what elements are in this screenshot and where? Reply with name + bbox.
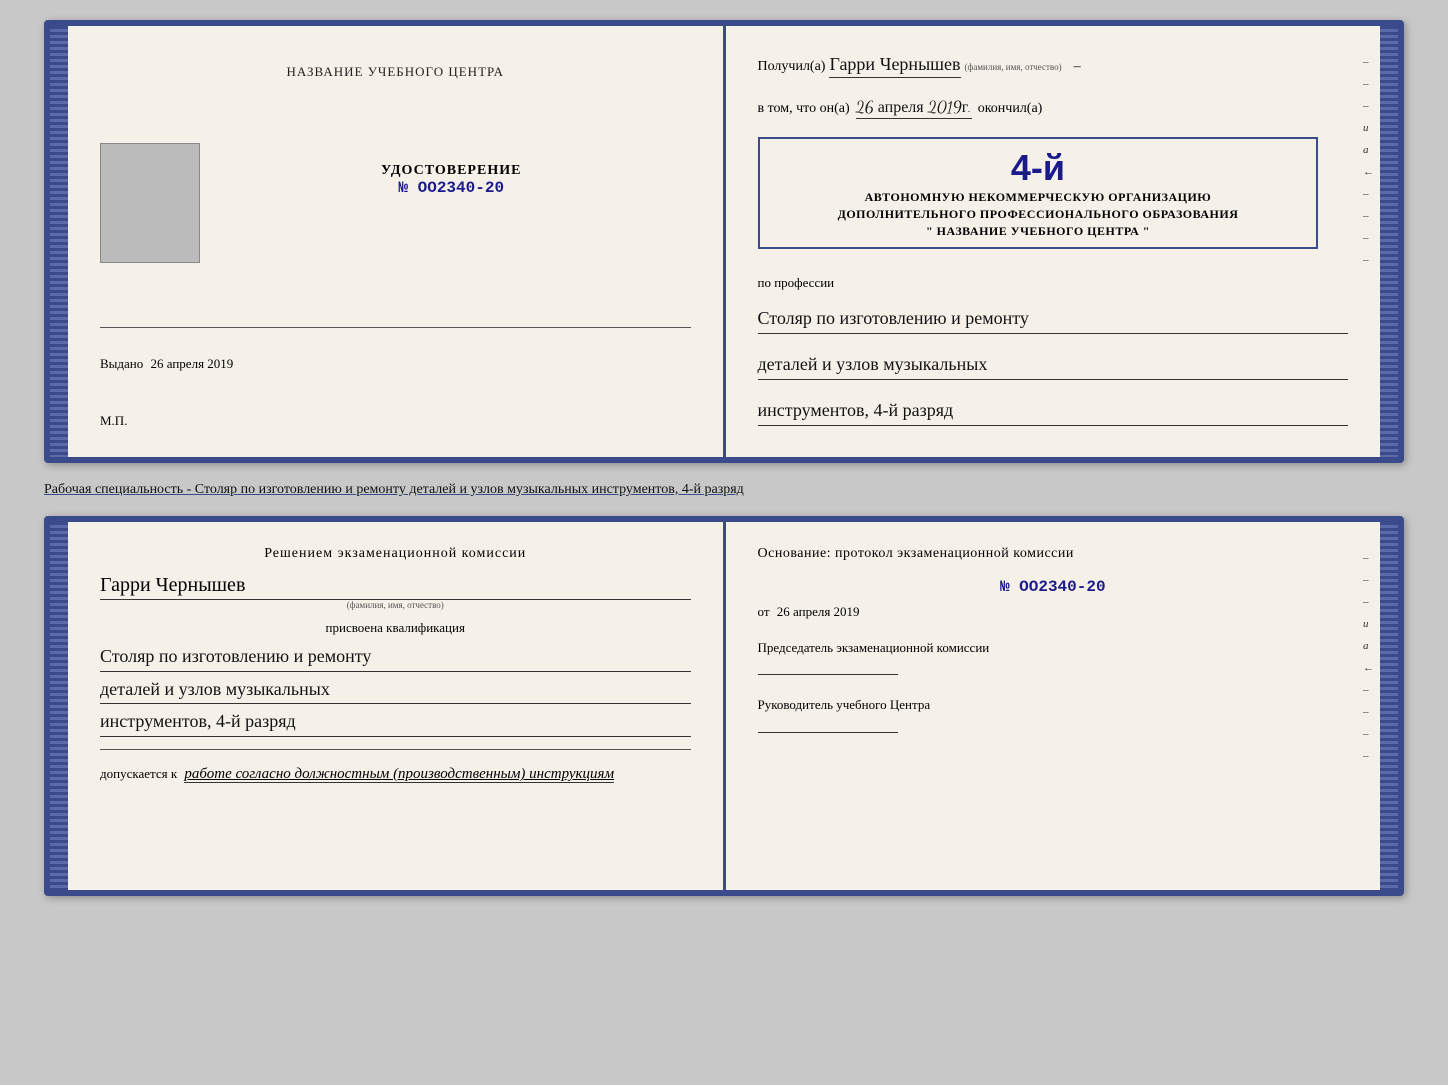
profession-label: по профессии xyxy=(758,275,1349,291)
qual-line3: инструментов, 4-й разряд xyxy=(100,707,691,737)
side-mark-2: – xyxy=(1363,78,1374,90)
bottom-fio-label: (фамилия, имя, отчество) xyxy=(100,600,691,610)
br-side-mark-а: а xyxy=(1363,640,1374,652)
side-mark-3: – xyxy=(1363,100,1374,112)
side-mark-5: – xyxy=(1363,210,1374,222)
br-side-mark-2: – xyxy=(1363,574,1374,586)
dopuskaetsya-line: допускается к работе согласно должностны… xyxy=(100,766,691,783)
udostoverenie-title: УДОСТОВЕРЕНИЕ xyxy=(381,163,521,179)
br-side-mark-1: – xyxy=(1363,552,1374,564)
chairman-label: Председатель экзаменационной комиссии xyxy=(758,640,1349,656)
recipient-name: Гарри Чернышев xyxy=(829,54,960,78)
rukov-signature-line xyxy=(758,732,898,733)
side-mark-7: – xyxy=(1363,254,1374,266)
vtom-date: 26 апреля 2019г. xyxy=(856,98,972,119)
vydano-label: Выдано xyxy=(100,356,143,371)
stamp-line3: " НАЗВАНИЕ УЧЕБНОГО ЦЕНТРА " xyxy=(772,223,1305,240)
stamp-num: 4-й xyxy=(772,147,1305,189)
side-mark-и: и xyxy=(1363,122,1374,134)
dash-separator: – xyxy=(1074,59,1081,75)
vtom-line: в том, что он(а) 26 апреля 2019г. окончи… xyxy=(758,98,1349,119)
qual-line2: деталей и узлов музыкальных xyxy=(100,675,691,705)
top-left-page: НАЗВАНИЕ УЧЕБНОГО ЦЕНТРА УДОСТОВЕРЕНИЕ №… xyxy=(68,26,726,457)
profession-line2: деталей и узлов музыкальных xyxy=(758,350,1349,380)
udostoverenie-number: № OO2340-20 xyxy=(381,179,521,197)
profession-line3: инструментов, 4-й разряд xyxy=(758,396,1349,426)
br-side-mark-6: – xyxy=(1363,728,1374,740)
decision-title: Решением экзаменационной комиссии xyxy=(100,546,691,562)
side-mark-а: а xyxy=(1363,144,1374,156)
mp-line: М.П. xyxy=(100,413,127,429)
between-sections-text: Рабочая специальность - Столяр по изгото… xyxy=(44,475,1404,504)
qual-line1: Столяр по изготовлению и ремонту xyxy=(100,642,691,672)
ot-date-line: от 26 апреля 2019 xyxy=(758,604,1349,620)
br-side-mark-3: – xyxy=(1363,596,1374,608)
stamp-box: 4-й АВТОНОМНУЮ НЕКОММЕРЧЕСКУЮ ОРГАНИЗАЦИ… xyxy=(758,137,1319,249)
side-mark-arrow: ← xyxy=(1363,166,1374,178)
vydano-date: 26 апреля 2019 xyxy=(151,356,234,371)
photo-placeholder xyxy=(100,143,200,263)
stamp-line1: АВТОНОМНУЮ НЕКОММЕРЧЕСКУЮ ОРГАНИЗАЦИЮ xyxy=(772,189,1305,206)
br-side-mark-и: и xyxy=(1363,618,1374,630)
protocol-num: № OO2340-20 xyxy=(758,578,1349,596)
dopuskaetsya-text: работе согласно должностным (производств… xyxy=(184,766,614,783)
top-document: НАЗВАНИЕ УЧЕБНОГО ЦЕНТРА УДОСТОВЕРЕНИЕ №… xyxy=(44,20,1404,463)
ot-date: 26 апреля 2019 xyxy=(777,604,860,619)
vydano-line: Выдано 26 апреля 2019 xyxy=(100,356,691,372)
side-mark-6: – xyxy=(1363,232,1374,244)
ot-label: от xyxy=(758,604,770,619)
udostoverenie-block: УДОСТОВЕРЕНИЕ № OO2340-20 xyxy=(381,163,521,197)
br-side-mark-7: – xyxy=(1363,750,1374,762)
bottom-document: Решением экзаменационной комиссии Гарри … xyxy=(44,516,1404,896)
fio-label-top: (фамилия, имя, отчество) xyxy=(965,62,1062,72)
received-line: Получил(а) Гарри Чернышев (фамилия, имя,… xyxy=(758,54,1349,78)
side-mark-4: – xyxy=(1363,188,1374,200)
chairman-signature-line xyxy=(758,674,898,675)
side-mark-1: – xyxy=(1363,56,1374,68)
bottom-left-page: Решением экзаменационной комиссии Гарри … xyxy=(68,522,726,890)
top-right-page: – – – и а ← – – – – Получил(а) Гарри Чер… xyxy=(726,26,1381,457)
dopuskaetsya-label: допускается к xyxy=(100,766,177,781)
name-block-bottom: Гарри Чернышев (фамилия, имя, отчество) xyxy=(100,574,691,610)
bottom-right-page: – – – и а ← – – – – Основание: протокол … xyxy=(726,522,1381,890)
profession-line1: Столяр по изготовлению и ремонту xyxy=(758,304,1349,334)
br-side-mark-5: – xyxy=(1363,706,1374,718)
br-side-mark-arrow: ← xyxy=(1363,662,1374,674)
rukov-label: Руководитель учебного Центра xyxy=(758,695,1349,715)
vtom-label: в том, что он(а) xyxy=(758,101,850,117)
stamp-line2: ДОПОЛНИТЕЛЬНОГО ПРОФЕССИОНАЛЬНОГО ОБРАЗО… xyxy=(772,206,1305,223)
center-title: НАЗВАНИЕ УЧЕБНОГО ЦЕНТРА xyxy=(287,64,504,80)
br-side-mark-4: – xyxy=(1363,684,1374,696)
okonchil-label: окончил(а) xyxy=(978,101,1043,117)
bottom-recipient-name: Гарри Чернышев xyxy=(100,574,691,600)
osnov-title: Основание: протокол экзаменационной коми… xyxy=(758,546,1349,562)
prisvoena-label: присвоена квалификация xyxy=(100,620,691,636)
poluchil-label: Получил(а) xyxy=(758,59,826,75)
between-text: Рабочая специальность - Столяр по изгото… xyxy=(44,482,744,497)
